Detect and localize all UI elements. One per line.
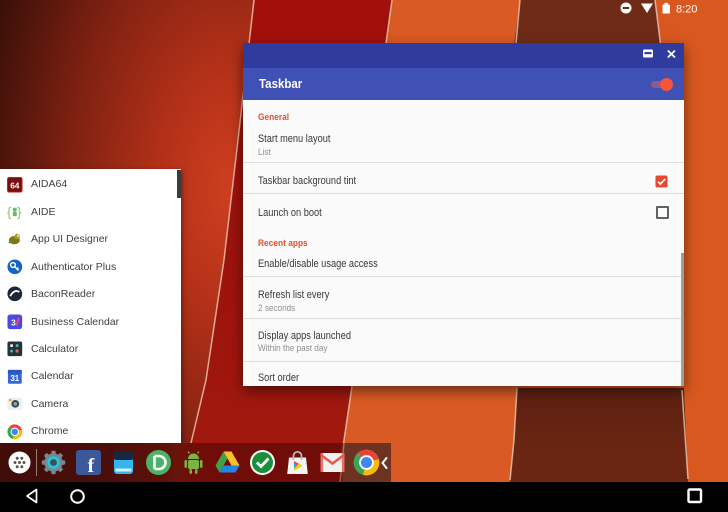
svg-text:31: 31 [10, 374, 19, 383]
svg-text:8:20: 8:20 [676, 3, 697, 15]
svg-text:f: f [88, 455, 95, 476]
svg-text:}: } [17, 204, 22, 219]
svg-text:{: { [7, 204, 12, 219]
svg-text:3: 3 [11, 318, 16, 327]
svg-text:64: 64 [10, 181, 20, 190]
